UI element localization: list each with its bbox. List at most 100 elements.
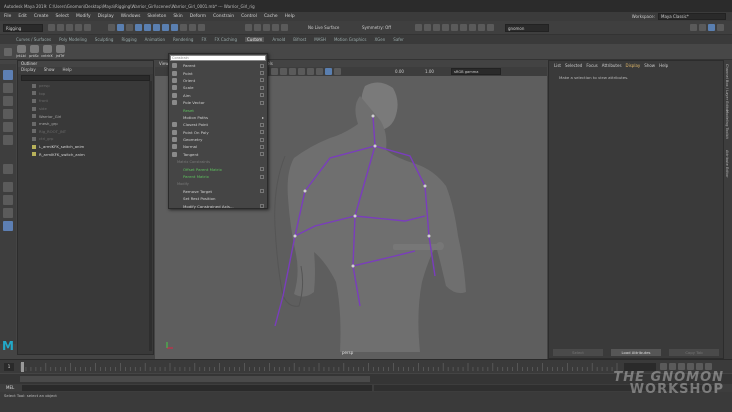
shelf-settings-gear-icon[interactable] xyxy=(4,48,12,56)
menu-constrain[interactable]: Constrain xyxy=(213,14,234,19)
menu-item-remove-target[interactable]: Remove Target xyxy=(169,188,267,195)
go-to-end-icon[interactable] xyxy=(705,363,712,370)
menu-search-input[interactable]: Constrain xyxy=(170,55,266,61)
go-to-start-icon[interactable] xyxy=(660,363,667,370)
menu-item-geometry[interactable]: Geometry xyxy=(169,136,267,143)
range-slider-bar[interactable] xyxy=(20,376,370,382)
tab-rendering[interactable]: Rendering xyxy=(173,37,193,42)
attribute-editor-icon[interactable] xyxy=(708,24,715,31)
menu-cache[interactable]: Cache xyxy=(264,14,278,19)
option-box-icon[interactable] xyxy=(260,144,264,149)
outliner-item[interactable]: top xyxy=(18,90,153,98)
single-perspective-layout-icon[interactable] xyxy=(3,182,13,192)
current-frame-field[interactable]: 1 xyxy=(4,363,14,371)
new-scene-icon[interactable] xyxy=(48,24,55,31)
tab-curves-surfaces[interactable]: Curves / Surfaces xyxy=(16,37,51,42)
attr-menu-display[interactable]: Display xyxy=(626,63,641,68)
modeling-toolkit-icon[interactable] xyxy=(690,24,697,31)
isolate-select-icon[interactable] xyxy=(334,68,341,75)
option-box-icon[interactable] xyxy=(260,100,264,105)
outliner-item[interactable]: L_armIKFK_switch_anim xyxy=(18,143,153,151)
outliner-menu-display[interactable]: Display xyxy=(21,67,36,74)
option-box-icon[interactable] xyxy=(260,137,264,142)
persp-outliner-layout-icon[interactable] xyxy=(3,221,13,231)
ipr-render-icon[interactable] xyxy=(424,24,431,31)
attr-menu-selected[interactable]: Selected xyxy=(565,63,582,68)
menu-item-reset[interactable]: Reset xyxy=(169,106,267,113)
menu-item-parent-matrix[interactable]: Parent Matrix xyxy=(169,173,267,180)
select-rendering-icon[interactable] xyxy=(189,24,196,31)
menu-modify[interactable]: Modify xyxy=(76,14,91,19)
select-handles-icon[interactable] xyxy=(135,24,142,31)
menu-control[interactable]: Control xyxy=(241,14,257,19)
select-dynamics-icon[interactable] xyxy=(180,24,187,31)
menu-item-offset-parent-matrix[interactable]: Offset Parent Matrix xyxy=(169,165,267,172)
tab-motion-graphics[interactable]: Motion Graphics xyxy=(334,37,367,42)
four-view-layout-icon[interactable] xyxy=(3,195,13,205)
open-scene-icon[interactable] xyxy=(57,24,64,31)
menu-item-pole-vector[interactable]: Pole Vector xyxy=(169,99,267,106)
smooth-shade-icon[interactable] xyxy=(280,68,287,75)
wireframe-icon[interactable] xyxy=(271,68,278,75)
save-scene-icon[interactable] xyxy=(66,24,73,31)
menu-item-point-on-poly[interactable]: Point On Poly xyxy=(169,129,267,136)
component-mode-icon[interactable] xyxy=(126,24,133,31)
option-box-icon[interactable] xyxy=(260,152,264,157)
copy-tab-button[interactable]: Copy Tab xyxy=(669,349,719,356)
outliner-item[interactable]: ctrl_grp xyxy=(18,135,153,143)
rotate-tool-icon[interactable] xyxy=(3,122,13,132)
outliner-item[interactable]: Rig_ROOT_JNT xyxy=(18,128,153,136)
tab-safer[interactable]: Safer xyxy=(393,37,404,42)
attr-menu-list[interactable]: List xyxy=(554,63,561,68)
tab-channel-box[interactable]: Channel Box / Layer Editor xyxy=(725,64,729,112)
object-mode-icon[interactable] xyxy=(117,24,124,31)
outliner-layout-icon[interactable] xyxy=(3,208,13,218)
tab-xgen[interactable]: XGen xyxy=(374,37,385,42)
symmetry-label[interactable]: Symmetry: Off xyxy=(362,25,391,30)
menu-skin[interactable]: Skin xyxy=(173,14,182,19)
character-controls-icon[interactable] xyxy=(699,24,706,31)
menu-deform[interactable]: Deform xyxy=(190,14,206,19)
option-box-icon[interactable] xyxy=(260,174,264,179)
current-time-marker[interactable] xyxy=(21,362,24,372)
option-box-icon[interactable] xyxy=(260,63,264,68)
shelf-button-jntlbl[interactable]: jntLbl xyxy=(15,45,27,59)
select-curves-icon[interactable] xyxy=(153,24,160,31)
option-box-icon[interactable] xyxy=(260,71,264,76)
menu-windows[interactable]: Windows xyxy=(121,14,141,19)
xray-icon[interactable] xyxy=(316,68,323,75)
exposure-field[interactable]: 0.00 xyxy=(395,69,404,74)
outliner-item[interactable]: front xyxy=(18,97,153,105)
outliner-search-input[interactable] xyxy=(21,75,150,81)
outliner-item[interactable]: persp xyxy=(18,82,153,90)
step-forward-icon[interactable] xyxy=(696,363,703,370)
play-backward-icon[interactable] xyxy=(678,363,685,370)
tab-arnold[interactable]: Arnold xyxy=(272,37,285,42)
gamma-field[interactable]: 1.00 xyxy=(425,69,434,74)
tab-poly-modeling[interactable]: Poly Modeling xyxy=(59,37,87,42)
tab-attribute-editor[interactable]: Attribute Editor xyxy=(725,150,729,178)
move-tool-icon[interactable] xyxy=(3,109,13,119)
arnold-icon[interactable] xyxy=(487,24,494,31)
select-deformations-icon[interactable] xyxy=(171,24,178,31)
tab-fx-caching[interactable]: FX Caching xyxy=(215,37,237,42)
lights-icon[interactable] xyxy=(298,68,305,75)
attr-menu-focus[interactable]: Focus xyxy=(586,63,597,68)
tab-animation[interactable]: Animation xyxy=(145,37,165,42)
last-tool-icon[interactable] xyxy=(3,164,13,174)
select-joints-icon[interactable] xyxy=(144,24,151,31)
menu-item-point[interactable]: Point xyxy=(169,69,267,76)
light-editor-icon[interactable] xyxy=(460,24,467,31)
snap-curve-icon[interactable] xyxy=(254,24,261,31)
menu-item-tangent[interactable]: Tangent xyxy=(169,151,267,158)
option-box-icon[interactable] xyxy=(260,167,264,172)
attr-menu-show[interactable]: Show xyxy=(644,63,655,68)
tab-custom[interactable]: Custom xyxy=(245,37,265,42)
live-surface-label[interactable]: No Live Surface xyxy=(308,25,339,30)
option-box-icon[interactable] xyxy=(260,122,264,127)
attr-menu-attributes[interactable]: Attributes xyxy=(602,63,622,68)
make-live-icon[interactable] xyxy=(281,24,288,31)
shelf-button-cntrlrx[interactable]: cntrlrX xyxy=(41,45,53,59)
command-language-label[interactable]: MEL xyxy=(6,385,14,390)
tab-sculpting[interactable]: Sculpting xyxy=(95,37,114,42)
